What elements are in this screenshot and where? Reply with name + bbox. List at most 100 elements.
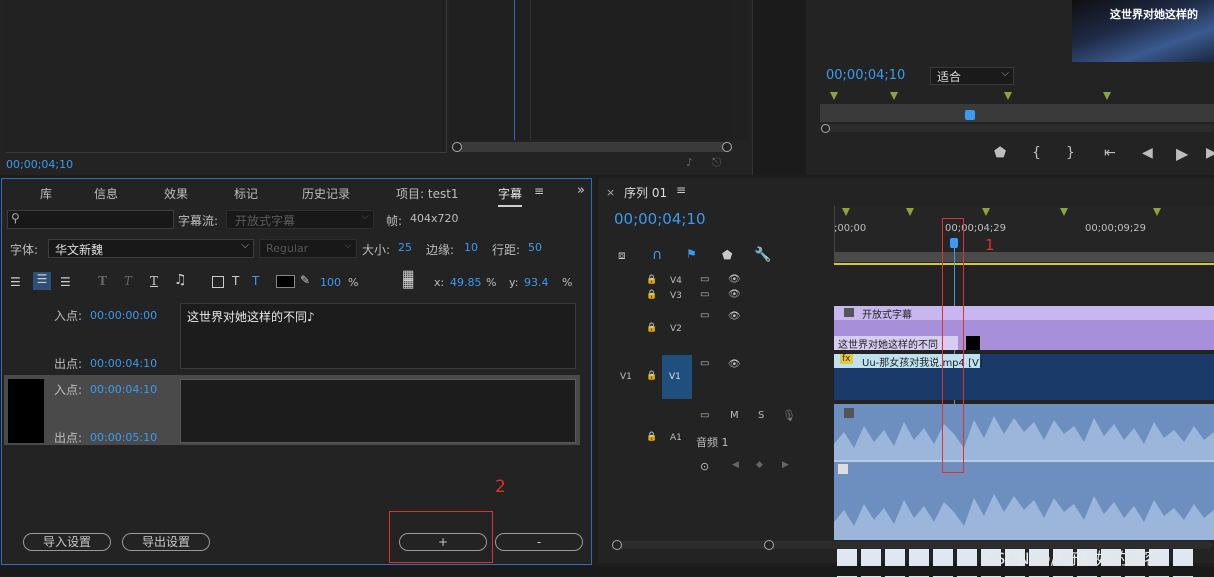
mark-in-icon[interactable]: { bbox=[1032, 145, 1041, 161]
remove-caption-button[interactable]: - bbox=[495, 533, 583, 551]
caption-stream-select[interactable]: 开放式字幕 ⌵ bbox=[226, 210, 374, 229]
audio-scrub-icon[interactable]: ♪ bbox=[686, 156, 693, 169]
camera-icon[interactable]: ▭ bbox=[700, 289, 709, 300]
keyframe-icon[interactable]: ⊙ bbox=[700, 460, 709, 473]
camera-icon[interactable]: ▭ bbox=[700, 310, 709, 321]
eye-icon[interactable]: 👁 bbox=[728, 289, 741, 300]
marker[interactable] bbox=[1153, 208, 1161, 216]
marker[interactable] bbox=[982, 208, 990, 216]
caption-text-area[interactable] bbox=[180, 379, 576, 443]
eye-icon[interactable]: 👁 bbox=[728, 311, 741, 322]
background-box-icon[interactable] bbox=[212, 276, 224, 288]
color-swatch[interactable] bbox=[276, 275, 295, 288]
source-scroll-handle-left[interactable] bbox=[452, 142, 462, 152]
eye-icon[interactable]: 👁 bbox=[728, 359, 741, 370]
font-select[interactable]: 华文新魏 ⌵ bbox=[48, 239, 254, 258]
lock-icon[interactable]: 🔒 bbox=[646, 275, 657, 285]
position-grid-icon[interactable]: ▦ ▦ bbox=[402, 269, 414, 290]
marker[interactable] bbox=[1060, 208, 1068, 216]
in-time[interactable]: 00:00:00:00 bbox=[90, 309, 157, 322]
timeline-scroll-handle[interactable] bbox=[764, 540, 774, 550]
out-time[interactable]: 00:00:05:10 bbox=[90, 431, 157, 444]
marker[interactable] bbox=[1004, 92, 1012, 100]
nest-icon[interactable]: ⧈ bbox=[618, 248, 626, 263]
tab-library[interactable]: 库 bbox=[40, 185, 52, 202]
tab-markers[interactable]: 标记 bbox=[234, 185, 258, 202]
caption-clip[interactable]: 开放式字幕 这世界对她这样的不同 bbox=[834, 306, 1214, 351]
camera-icon[interactable]: ▭ bbox=[700, 410, 709, 421]
go-to-in-icon[interactable]: ⇤ bbox=[1104, 145, 1116, 161]
add-marker-icon[interactable]: ⬟ bbox=[994, 145, 1006, 161]
lock-icon[interactable]: 🔒 bbox=[646, 371, 657, 381]
overflow-icon[interactable]: » bbox=[577, 183, 585, 198]
panel-divider[interactable] bbox=[752, 0, 807, 175]
snap-magnet-icon[interactable]: ∩ bbox=[652, 247, 662, 263]
caption-text-area[interactable]: 这世界对她这样的不同♪ bbox=[180, 303, 576, 369]
align-left-icon[interactable]: ☰ bbox=[10, 275, 21, 289]
play-icon[interactable]: ▶ bbox=[1176, 144, 1188, 163]
close-icon[interactable]: × bbox=[606, 186, 615, 199]
caption-entry-selected[interactable]: 入点: 00:00:04:10 出点: 00:00:05:10 bbox=[4, 375, 580, 445]
mark-out-icon[interactable]: } bbox=[1066, 145, 1075, 161]
export-settings-button[interactable]: 导出设置 bbox=[122, 533, 210, 551]
marker[interactable] bbox=[890, 92, 898, 100]
camera-icon[interactable]: ▭ bbox=[700, 358, 709, 369]
sequence-timecode[interactable]: 00;00;04;10 bbox=[614, 210, 706, 228]
y-value[interactable]: 93.4 bbox=[524, 276, 549, 289]
sequence-title[interactable]: 序列 01 bbox=[624, 184, 667, 201]
style-select[interactable]: Regular ⌵ bbox=[259, 239, 357, 258]
fit-dropdown[interactable]: 适合 ⌵ bbox=[930, 67, 1014, 85]
in-time[interactable]: 00:00:04:10 bbox=[90, 383, 157, 396]
panel-menu-icon[interactable]: ≡ bbox=[534, 184, 544, 198]
program-timecode[interactable]: 00;00;04;10 bbox=[826, 68, 905, 83]
bold-icon[interactable]: T bbox=[98, 274, 107, 288]
tab-info[interactable]: 信息 bbox=[94, 185, 118, 202]
line-spacing-value[interactable]: 50 bbox=[528, 241, 542, 254]
program-playhead[interactable] bbox=[965, 110, 975, 120]
text-outline-icon[interactable]: T bbox=[252, 274, 259, 288]
marker[interactable] bbox=[830, 92, 838, 100]
prev-keyframe-icon[interactable]: ◀ bbox=[732, 460, 739, 470]
text-color-icon[interactable]: T bbox=[232, 274, 239, 288]
align-center-icon[interactable]: ☰ bbox=[33, 272, 51, 290]
eye-icon[interactable]: 👁 bbox=[728, 274, 741, 285]
italic-icon[interactable]: T bbox=[124, 274, 132, 288]
step-back-icon[interactable]: ◀ bbox=[1142, 145, 1153, 161]
search-input[interactable]: ⚲ bbox=[7, 210, 174, 229]
tab-effects[interactable]: 效果 bbox=[164, 185, 188, 202]
video-clip[interactable]: fx Uu-那女孩对我说.mp4 [V] bbox=[834, 354, 1214, 400]
eyedropper-icon[interactable]: ✎ bbox=[300, 273, 310, 287]
next-keyframe-icon[interactable]: ▶ bbox=[782, 460, 789, 470]
source-scroll-handle-right[interactable] bbox=[722, 142, 732, 152]
audio-clip[interactable] bbox=[834, 404, 1214, 540]
marker[interactable] bbox=[842, 208, 850, 216]
solo-button[interactable]: S bbox=[758, 410, 764, 421]
caption-entry[interactable]: 入点: 00:00:00:00 出点: 00:00:04:10 这世界对她这样的… bbox=[4, 301, 588, 375]
timeline-scroll-handle[interactable] bbox=[612, 540, 622, 550]
lock-icon[interactable]: 🔒 bbox=[646, 323, 657, 333]
x-value[interactable]: 49.85 bbox=[450, 276, 482, 289]
work-area-bar[interactable] bbox=[834, 252, 1214, 262]
source-timecode[interactable]: 00;00;04;10 bbox=[6, 158, 73, 171]
tab-project[interactable]: 项目: test1 bbox=[396, 185, 459, 202]
add-marker-icon[interactable]: ⬟ bbox=[722, 248, 732, 262]
caption-segment[interactable]: 这世界对她这样的不同 bbox=[834, 336, 958, 351]
mute-button[interactable]: M bbox=[730, 410, 739, 421]
panel-menu-icon[interactable]: ≡ bbox=[676, 183, 686, 197]
program-scrollbar[interactable] bbox=[820, 124, 1214, 132]
v1-target-button[interactable]: V1 bbox=[662, 355, 692, 399]
tab-history[interactable]: 历史记录 bbox=[302, 185, 350, 202]
size-value[interactable]: 25 bbox=[398, 241, 412, 254]
program-ruler[interactable] bbox=[820, 104, 1214, 122]
lock-icon[interactable]: 🔒 bbox=[646, 290, 657, 300]
music-note-icon[interactable]: ♫ bbox=[174, 272, 187, 288]
camera-icon[interactable]: ▭ bbox=[700, 274, 709, 285]
import-settings-button[interactable]: 导入设置 bbox=[23, 533, 111, 551]
linked-selection-icon[interactable]: ⚑ bbox=[686, 247, 697, 261]
step-forward-icon[interactable]: ▶ bbox=[1206, 145, 1214, 161]
tab-captions[interactable]: 字幕 bbox=[498, 185, 523, 207]
source-scrollbar[interactable] bbox=[452, 142, 732, 152]
wrench-icon[interactable]: 🔧 bbox=[754, 247, 771, 263]
add-keyframe-icon[interactable]: ◆ bbox=[756, 460, 763, 470]
program-scroll-handle[interactable] bbox=[821, 124, 830, 133]
